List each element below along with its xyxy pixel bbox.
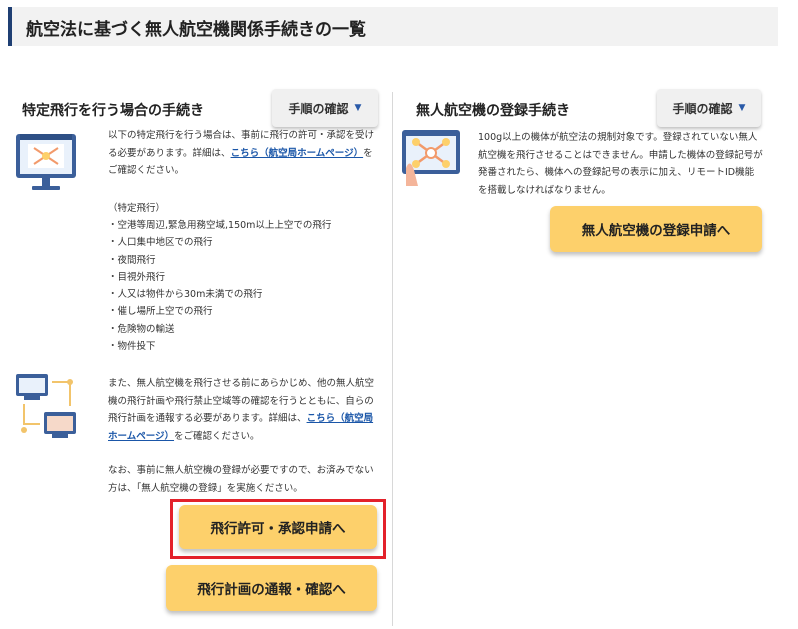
flight-plan-description: また、無人航空機を飛行させる前にあらかじめ、他の無人航空機の飛行計画や飛行禁止空… [108, 375, 380, 445]
list-item: ・人口集中地区での飛行 [108, 237, 213, 249]
registration-description: 100g以上の機体が航空法の規制対象です。登録されていない無人航空機を飛行させる… [478, 132, 763, 196]
special-flight-section-title: 特定飛行を行う場合の手続き [22, 103, 204, 119]
special-flight-intro: 以下の特定飛行を行う場合は、事前に飛行の許可・承認を受ける必要があります。詳細は… [108, 127, 380, 180]
list-item: ・危険物の輸送 [108, 323, 175, 335]
steps-button-label: 手順の確認 [672, 101, 733, 116]
monitor-drone-icon [16, 134, 76, 190]
list-item: ・目視外飛行 [108, 271, 166, 283]
registration-section-title: 無人航空機の登録手続き [416, 103, 570, 119]
plan-text-end: をご確認ください。 [174, 430, 260, 442]
special-flight-list: ・空港等周辺,緊急用務空域,150m以上上空での飛行 ・人口集中地区での飛行 ・… [108, 217, 380, 355]
page-title: 航空法に基づく無人航空機関係手続きの一覧 [26, 20, 366, 40]
list-item: ・物件投下 [108, 341, 156, 353]
caret-down-icon: ▼ [738, 103, 746, 113]
special-flight-list-heading: （特定飛行） [108, 203, 166, 214]
list-item: ・人又は物件から30m未満での飛行 [108, 289, 263, 301]
tablet-drone-icon [402, 130, 460, 186]
column-divider [392, 92, 393, 626]
drone-registration-apply-button[interactable]: 無人航空機の登録申請へ [550, 206, 762, 252]
steps-button-label: 手順の確認 [288, 101, 349, 116]
aviation-bureau-link[interactable]: こちら（航空局ホームページ） [231, 148, 364, 159]
network-computers-icon [16, 374, 76, 438]
caret-down-icon: ▼ [354, 103, 362, 113]
list-item: ・夜間飛行 [108, 254, 156, 266]
flight-permit-apply-button[interactable]: 飛行許可・承認申請へ [179, 505, 377, 549]
list-item: ・催し場所上空での飛行 [108, 306, 213, 318]
list-item: ・空港等周辺,緊急用務空域,150m以上上空での飛行 [108, 220, 332, 231]
special-flight-steps-button[interactable]: 手順の確認 ▼ [272, 89, 378, 127]
registration-steps-button[interactable]: 手順の確認 ▼ [657, 89, 761, 127]
page-header: 航空法に基づく無人航空機関係手続きの一覧 [8, 7, 778, 46]
flight-plan-report-button[interactable]: 飛行計画の通報・確認へ [166, 565, 377, 611]
registration-note: なお、事前に無人航空機の登録が必要ですので、お済みでない方は、「無人航空機の登録… [108, 465, 374, 494]
